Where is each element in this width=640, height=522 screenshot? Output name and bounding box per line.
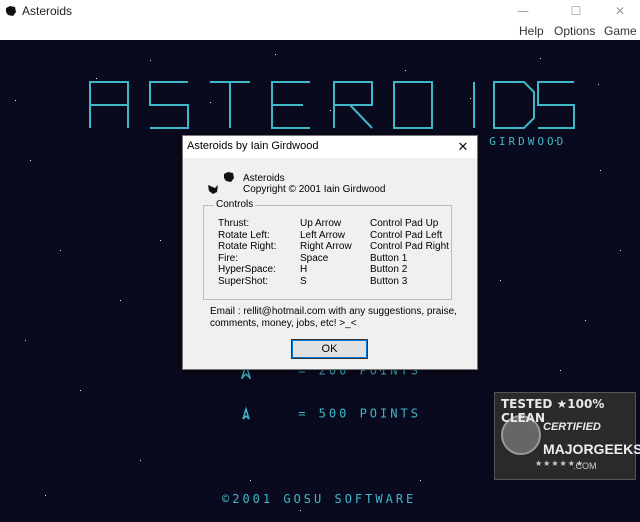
- dialog-close-button[interactable]: ✕: [453, 137, 473, 157]
- asteroids-logo: [89, 81, 535, 129]
- score-row-500: = 500 POINTS: [238, 406, 421, 422]
- star: [300, 510, 301, 511]
- star: [420, 480, 421, 481]
- star: [80, 390, 81, 391]
- asteroid-icon: [224, 172, 234, 182]
- control-pad: Control Pad Up: [370, 218, 439, 229]
- control-action: SuperShot:: [218, 276, 269, 287]
- maximize-button[interactable]: ☐: [553, 0, 599, 22]
- logo-letter-s: [537, 81, 575, 129]
- menu-game[interactable]: Game: [604, 24, 637, 38]
- dialog-title-bar: Asteroids by Iain Girdwood ✕: [183, 136, 477, 158]
- dialog-email-line2: comments, money, jobs, etc! >_<: [210, 318, 357, 329]
- dialog-email-line1: Email : rellit@hotmail.com with any sugg…: [210, 306, 457, 317]
- star: [598, 84, 599, 85]
- control-action: Thrust:: [218, 218, 250, 229]
- menu-help[interactable]: Help: [519, 24, 544, 38]
- control-pad: Button 3: [370, 276, 408, 287]
- control-key: S: [300, 276, 307, 287]
- star: [160, 240, 161, 241]
- star: [140, 460, 141, 461]
- menu-bar: Help Options Game: [0, 22, 640, 40]
- game-copyright: ©2001 GOSU SOFTWARE: [222, 492, 417, 506]
- star: [15, 100, 16, 101]
- star: [500, 280, 501, 281]
- star: [405, 70, 406, 71]
- control-row: Thrust: Up Arrow Control Pad Up: [218, 218, 458, 230]
- star: [560, 370, 561, 371]
- majorgeeks-watermark: TESTED ★100% CLEAN CERTIFIED MAJORGEEKS …: [494, 392, 640, 480]
- star: [250, 480, 251, 481]
- control-pad: Control Pad Right: [370, 241, 449, 252]
- dialog-app-name: Asteroids: [243, 173, 285, 184]
- control-pad: Control Pad Left: [370, 230, 443, 241]
- controls-label: Controls: [214, 199, 256, 210]
- control-key: H: [300, 264, 308, 275]
- dialog-copyright: Copyright © 2001 Iain Girdwood: [243, 184, 386, 195]
- star: [25, 340, 26, 341]
- minimize-button[interactable]: —: [500, 0, 546, 22]
- control-row: HyperSpace: H Button 2: [218, 264, 458, 276]
- game-byline: N GIRDWOOD: [470, 135, 567, 148]
- controls-groupbox: Controls Thrust: Up Arrow Control Pad Up…: [203, 199, 452, 300]
- score-text-500: = 500 POINTS: [298, 406, 421, 421]
- star: [275, 54, 276, 55]
- control-pad: Button 2: [370, 264, 408, 275]
- window-title: Asteroids: [22, 4, 73, 18]
- star: [120, 300, 121, 301]
- dialog-title: Asteroids by Iain Girdwood: [187, 140, 319, 152]
- star: [96, 78, 97, 79]
- star: [150, 60, 151, 61]
- star: [540, 58, 541, 59]
- star: [585, 320, 586, 321]
- title-bar: Asteroids — ☐ ✕: [0, 0, 640, 22]
- star: [30, 160, 31, 161]
- control-row: Rotate Right: Right Arrow Control Pad Ri…: [218, 241, 458, 253]
- close-button[interactable]: ✕: [597, 0, 640, 22]
- watermark-line4: .COM: [573, 461, 597, 471]
- tiny-ship-icon: [242, 406, 250, 420]
- star: [45, 495, 46, 496]
- control-action: Rotate Left:: [218, 230, 270, 241]
- control-action: Fire:: [218, 253, 238, 264]
- control-row: SuperShot: S Button 3: [218, 276, 458, 288]
- watermark-line3: MAJORGEEKS: [543, 441, 640, 457]
- star: [60, 250, 61, 251]
- star: [620, 250, 621, 251]
- menu-options[interactable]: Options: [554, 24, 595, 38]
- asteroid-app-icon: [6, 6, 16, 16]
- about-dialog: Asteroids by Iain Girdwood ✕ Asteroids C…: [182, 135, 478, 370]
- star: [600, 170, 601, 171]
- control-key: Space: [300, 253, 329, 264]
- ok-button[interactable]: OK: [291, 339, 368, 359]
- control-action: Rotate Right:: [218, 241, 277, 252]
- watermark-line2: CERTIFIED: [543, 421, 601, 433]
- control-key: Left Arrow: [300, 230, 346, 241]
- control-pad: Button 1: [370, 253, 408, 264]
- control-action: HyperSpace:: [218, 264, 276, 275]
- control-key: Up Arrow: [300, 218, 342, 229]
- control-key: Right Arrow: [300, 241, 352, 252]
- ship-icon: [208, 185, 218, 194]
